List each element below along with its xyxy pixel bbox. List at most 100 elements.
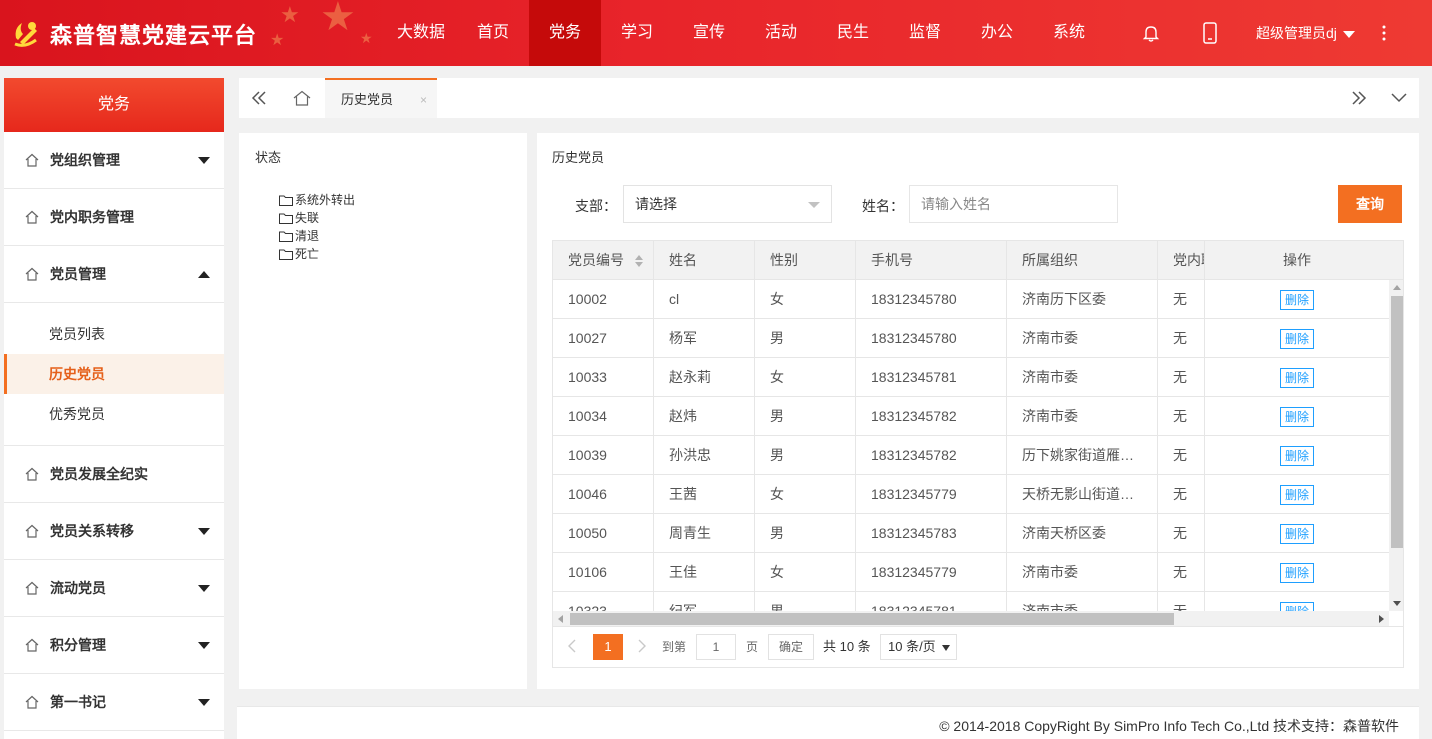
- nav-item-livelihood[interactable]: 民生: [817, 0, 889, 66]
- tree-node-dismissed[interactable]: 清退: [279, 227, 355, 245]
- scroll-left-arrow-icon[interactable]: [558, 615, 563, 623]
- table-row: 10050 周青生 男 18312345783 济南天桥区委 无 删除: [553, 514, 1389, 553]
- tab-bar: 历史党员 ×: [239, 78, 1419, 118]
- sidebar-item-org-management[interactable]: 党组织管理: [4, 132, 224, 189]
- home-icon: [25, 153, 39, 167]
- chevron-down-icon: [1391, 93, 1407, 103]
- sidebar-item-duty-management[interactable]: 党内职务管理: [4, 189, 224, 246]
- cell-gender: 女: [755, 280, 856, 318]
- page-number-current[interactable]: 1: [593, 634, 623, 660]
- home-icon: [293, 90, 311, 106]
- delete-button[interactable]: 删除: [1279, 290, 1314, 311]
- table-vertical-scrollbar[interactable]: [1389, 280, 1403, 611]
- goto-page-input[interactable]: 1: [696, 634, 736, 660]
- delete-button[interactable]: 删除: [1279, 446, 1314, 467]
- delete-button[interactable]: 删除: [1279, 602, 1314, 611]
- nav-item-bigdata[interactable]: 大数据: [385, 0, 457, 66]
- nav-item-study[interactable]: 学习: [601, 0, 673, 66]
- delete-button[interactable]: 删除: [1279, 485, 1314, 506]
- tab-label: 历史党员: [341, 92, 394, 107]
- branch-select[interactable]: 请选择: [623, 185, 832, 223]
- nav-item-supervision[interactable]: 监督: [889, 0, 961, 66]
- nav-item-system[interactable]: 系统: [1033, 0, 1105, 66]
- sidebar-item-label: 党内职务管理: [50, 209, 134, 225]
- nav-item-activity[interactable]: 活动: [745, 0, 817, 66]
- scroll-tabs-right-button[interactable]: [1339, 78, 1379, 118]
- delete-button[interactable]: 删除: [1279, 407, 1314, 428]
- cell-id: 10039: [553, 436, 654, 474]
- bell-icon[interactable]: [1142, 24, 1160, 42]
- cell-id: 10027: [553, 319, 654, 357]
- chevron-right-icon[interactable]: [637, 639, 647, 653]
- tree-node-label: 失联: [295, 211, 320, 225]
- nav-item-publicity[interactable]: 宣传: [673, 0, 745, 66]
- cell-actions: 删除: [1205, 280, 1389, 318]
- page-size-select[interactable]: 10 条/页: [880, 634, 957, 660]
- caret-down-icon: [198, 642, 210, 649]
- column-header-gender: 性别: [755, 241, 856, 280]
- delete-button[interactable]: 删除: [1279, 563, 1314, 584]
- column-header-name: 姓名: [654, 241, 755, 280]
- scroll-tabs-left-button[interactable]: [239, 78, 279, 118]
- scroll-up-arrow-icon[interactable]: [1393, 285, 1401, 290]
- home-tab-button[interactable]: [282, 78, 322, 118]
- table-row: 10034 赵炜 男 18312345782 济南市委 无 删除: [553, 397, 1389, 436]
- scroll-down-arrow-icon[interactable]: [1393, 601, 1401, 606]
- sidebar-item-label: 党员关系转移: [50, 523, 134, 539]
- tree-node-label: 死亡: [295, 247, 320, 261]
- home-icon: [25, 581, 39, 595]
- cell-org: 济南市委: [1007, 358, 1158, 396]
- cell-phone: 18312345779: [856, 553, 1007, 591]
- sidebar-item-development-record[interactable]: 党员发展全纪实: [4, 446, 224, 503]
- copyright-text: © 2014-2018 CopyRight By SimPro Info Tec…: [939, 718, 1399, 734]
- cell-org: 济南历下区委: [1007, 280, 1158, 318]
- user-menu[interactable]: 超级管理员dj: [1256, 0, 1355, 66]
- cell-phone: 18312345779: [856, 475, 1007, 513]
- cell-actions: 删除: [1205, 514, 1389, 552]
- table-horizontal-scrollbar[interactable]: [553, 611, 1389, 626]
- phone-icon[interactable]: [1202, 22, 1218, 44]
- sidebar-item-first-secretary[interactable]: 第一书记: [4, 674, 224, 731]
- delete-button[interactable]: 删除: [1279, 524, 1314, 545]
- nav-item-home[interactable]: 首页: [457, 0, 529, 66]
- query-button[interactable]: 查询: [1338, 185, 1402, 223]
- delete-button[interactable]: 删除: [1279, 329, 1314, 350]
- nav-item-office[interactable]: 办公: [961, 0, 1033, 66]
- footer: © 2014-2018 CopyRight By SimPro Info Tec…: [237, 706, 1419, 739]
- nav-item-party-affairs[interactable]: 党务: [529, 0, 601, 66]
- cell-org: 济南天桥区委: [1007, 514, 1158, 552]
- close-icon[interactable]: ×: [420, 80, 427, 120]
- tree-node-lost-contact[interactable]: 失联: [279, 209, 355, 227]
- sidebar-item-label: 积分管理: [50, 637, 106, 653]
- sidebar-subitem-member-list[interactable]: 党员列表: [4, 314, 224, 354]
- horizontal-scroll-thumb[interactable]: [570, 613, 1174, 625]
- goto-confirm-button[interactable]: 确定: [768, 634, 814, 660]
- sidebar-subitem-history-members[interactable]: 历史党员: [4, 354, 224, 394]
- tree-node-transferred-out[interactable]: 系统外转出: [279, 191, 355, 209]
- name-search-input[interactable]: [909, 185, 1118, 223]
- tree-node-deceased[interactable]: 死亡: [279, 245, 355, 263]
- column-header-phone: 手机号: [856, 241, 1007, 280]
- cell-gender: 男: [755, 514, 856, 552]
- vertical-scroll-thumb[interactable]: [1391, 296, 1403, 548]
- cell-phone: 18312345780: [856, 280, 1007, 318]
- sidebar-item-relation-transfer[interactable]: 党员关系转移: [4, 503, 224, 560]
- sidebar-subitem-excellent-members[interactable]: 优秀党员: [4, 394, 224, 434]
- column-header-id[interactable]: 党员编号: [553, 241, 654, 280]
- chevron-left-icon[interactable]: [567, 639, 577, 653]
- tab-history-members[interactable]: 历史党员 ×: [325, 78, 437, 118]
- history-members-panel: 历史党员 支部： 请选择 姓名： 查询 党员编号 姓名 性别 手机号 所属组织 …: [537, 133, 1419, 689]
- sidebar-item-floating-members[interactable]: 流动党员: [4, 560, 224, 617]
- cell-actions: 删除: [1205, 475, 1389, 513]
- more-vertical-icon[interactable]: [1382, 24, 1386, 42]
- scroll-right-arrow-icon[interactable]: [1379, 615, 1384, 623]
- tab-options-button[interactable]: [1379, 78, 1419, 118]
- sidebar-item-member-management[interactable]: 党员管理: [4, 246, 224, 303]
- panel-title: 历史党员: [552, 150, 605, 165]
- sidebar-item-points-management[interactable]: 积分管理: [4, 617, 224, 674]
- cell-duty: 无: [1158, 592, 1205, 611]
- sort-icon[interactable]: [635, 255, 643, 267]
- delete-button[interactable]: 删除: [1279, 368, 1314, 389]
- sidebar-item-label: 流动党员: [50, 580, 106, 596]
- cell-duty: 无: [1158, 475, 1205, 513]
